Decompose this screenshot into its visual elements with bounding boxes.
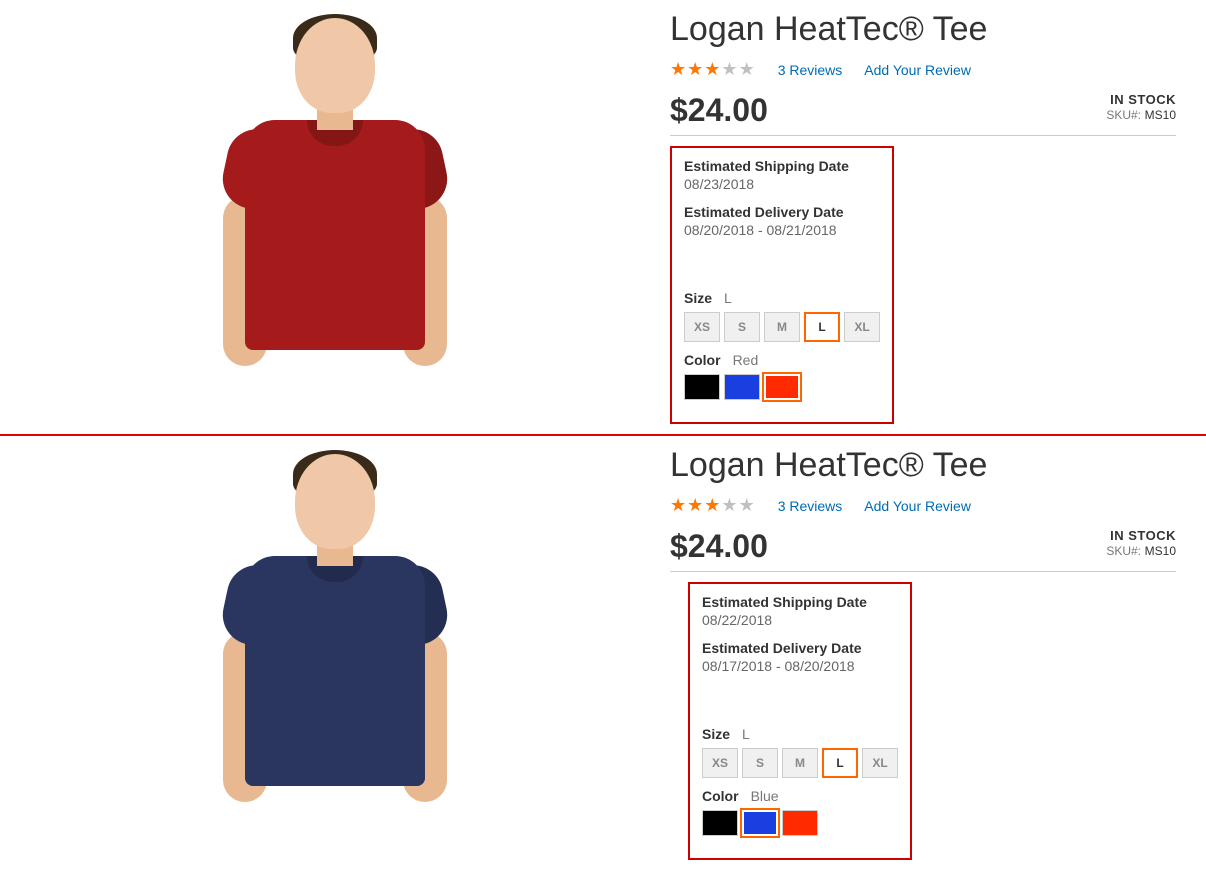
star-rating: ★★★★★ bbox=[670, 59, 756, 80]
size-swatch-xs[interactable]: XS bbox=[702, 748, 738, 778]
color-label: Color bbox=[684, 352, 721, 368]
size-selected: L bbox=[724, 290, 732, 306]
stock-block: IN STOCKSKU#: MS10 bbox=[1106, 528, 1176, 558]
size-swatch-xl[interactable]: XL bbox=[844, 312, 880, 342]
product-info: Logan HeatTec® Tee ★★★★★ 3 Reviews Add Your… bbox=[660, 10, 1176, 424]
sku-label: SKU#: bbox=[1106, 108, 1141, 122]
add-review-link[interactable]: Add Your Review bbox=[864, 498, 971, 514]
shipping-date-value: 08/23/2018 bbox=[684, 176, 880, 192]
size-swatch-m[interactable]: M bbox=[782, 748, 818, 778]
shipping-date-value: 08/22/2018 bbox=[702, 612, 898, 628]
stock-block: IN STOCKSKU#: MS10 bbox=[1106, 92, 1176, 122]
size-swatch-xs[interactable]: XS bbox=[684, 312, 720, 342]
add-review-link[interactable]: Add Your Review bbox=[864, 62, 971, 78]
size-selected: L bbox=[742, 726, 750, 742]
options-highlight-box: Estimated Shipping Date 08/23/2018 Estimat… bbox=[670, 146, 894, 424]
options-highlight-box: Estimated Shipping Date 08/22/2018 Estimat… bbox=[688, 582, 912, 860]
color-swatch-row bbox=[702, 810, 898, 836]
delivery-date-label: Estimated Delivery Date bbox=[684, 204, 880, 220]
size-swatch-s[interactable]: S bbox=[742, 748, 778, 778]
size-swatch-l[interactable]: L bbox=[822, 748, 858, 778]
product-title: Logan HeatTec® Tee bbox=[670, 446, 1176, 485]
size-swatch-s[interactable]: S bbox=[724, 312, 760, 342]
product-image bbox=[10, 446, 660, 860]
shipping-date-label: Estimated Shipping Date bbox=[684, 158, 880, 174]
price: $24.00 bbox=[670, 528, 768, 565]
product-row: Logan HeatTec® Tee ★★★★★ 3 Reviews Add Your… bbox=[0, 436, 1206, 870]
delivery-date-value: 08/20/2018 - 08/21/2018 bbox=[684, 222, 880, 238]
stock-status: IN STOCK bbox=[1106, 92, 1176, 107]
rating-row: ★★★★★ 3 Reviews Add Your Review bbox=[670, 495, 1176, 516]
price-stock-row: $24.00 IN STOCKSKU#: MS10 bbox=[670, 92, 1176, 136]
product-info: Logan HeatTec® Tee ★★★★★ 3 Reviews Add Your… bbox=[660, 446, 1176, 860]
sku-value: MS10 bbox=[1145, 544, 1176, 558]
size-label: Size bbox=[702, 726, 730, 742]
color-selected: Blue bbox=[751, 788, 779, 804]
color-selected: Red bbox=[733, 352, 759, 368]
delivery-date-label: Estimated Delivery Date bbox=[702, 640, 898, 656]
size-swatch-xl[interactable]: XL bbox=[862, 748, 898, 778]
reviews-link[interactable]: 3 Reviews bbox=[778, 62, 843, 78]
rating-row: ★★★★★ 3 Reviews Add Your Review bbox=[670, 59, 1176, 80]
delivery-date-value: 08/17/2018 - 08/20/2018 bbox=[702, 658, 898, 674]
size-swatch-row: XSSMLXL bbox=[702, 748, 898, 778]
star-rating: ★★★★★ bbox=[670, 495, 756, 516]
size-swatch-row: XSSMLXL bbox=[684, 312, 880, 342]
sku-label: SKU#: bbox=[1106, 544, 1141, 558]
color-swatch-blue[interactable] bbox=[724, 374, 760, 400]
stock-status: IN STOCK bbox=[1106, 528, 1176, 543]
color-swatch-black[interactable] bbox=[684, 374, 720, 400]
color-swatch-black[interactable] bbox=[702, 810, 738, 836]
reviews-link[interactable]: 3 Reviews bbox=[778, 498, 843, 514]
color-swatch-blue[interactable] bbox=[742, 810, 778, 836]
color-swatch-red[interactable] bbox=[764, 374, 800, 400]
price-stock-row: $24.00 IN STOCKSKU#: MS10 bbox=[670, 528, 1176, 572]
size-swatch-l[interactable]: L bbox=[804, 312, 840, 342]
product-row: Logan HeatTec® Tee ★★★★★ 3 Reviews Add Your… bbox=[0, 0, 1206, 434]
color-label: Color bbox=[702, 788, 739, 804]
product-title: Logan HeatTec® Tee bbox=[670, 10, 1176, 49]
sku-value: MS10 bbox=[1145, 108, 1176, 122]
price: $24.00 bbox=[670, 92, 768, 129]
size-label: Size bbox=[684, 290, 712, 306]
shipping-date-label: Estimated Shipping Date bbox=[702, 594, 898, 610]
color-swatch-red[interactable] bbox=[782, 810, 818, 836]
product-image bbox=[10, 10, 660, 424]
size-swatch-m[interactable]: M bbox=[764, 312, 800, 342]
color-swatch-row bbox=[684, 374, 880, 400]
